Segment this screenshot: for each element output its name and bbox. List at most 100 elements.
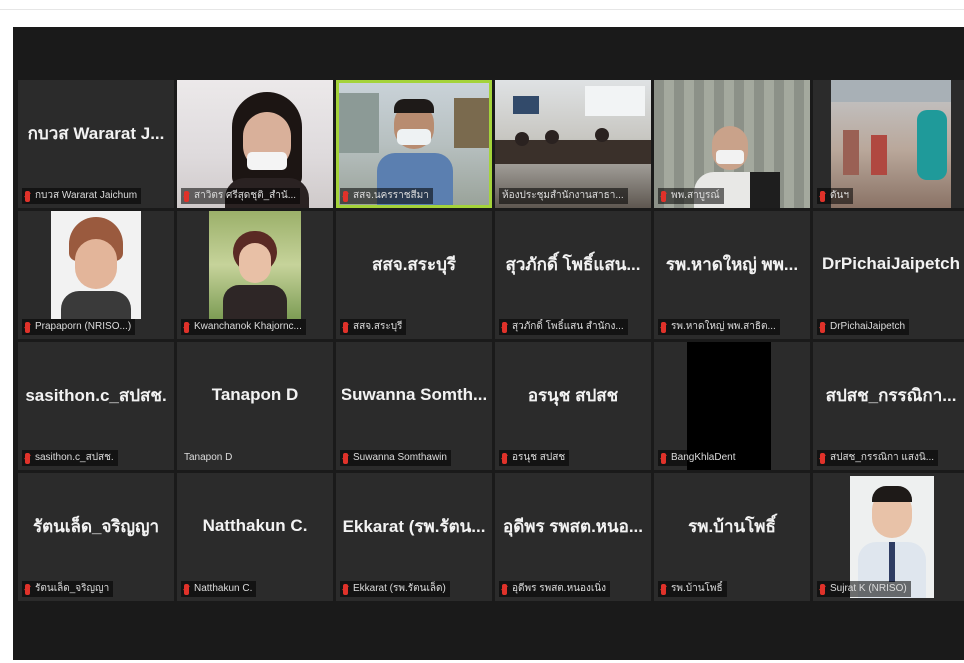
- participant-name-tag: Tanapon D: [181, 450, 236, 466]
- participant-name-tag: Suwanna Somthawin: [340, 450, 451, 466]
- mic-muted-icon: [343, 452, 348, 464]
- participant-name-tag: อรนุช สปสช: [499, 450, 570, 466]
- participant-tile[interactable]: ห้องประชุมสำนักงานสาธา...: [495, 80, 651, 208]
- participant-name-tag: ห้องประชุมสำนักงานสาธา...: [499, 188, 628, 204]
- mic-muted-icon: [25, 321, 30, 333]
- participant-tile[interactable]: Sujrat K (NRISO): [813, 473, 964, 601]
- participant-label: Prapaporn (NRISO...): [35, 321, 132, 332]
- participant-display-name: สสจ.สระบุรี: [372, 254, 456, 274]
- participant-tile[interactable]: สปสช_กรรณิกา... สปสช_กรรณิกา แสงนิ...: [813, 342, 964, 470]
- mic-muted-icon: [25, 452, 30, 464]
- participant-tile[interactable]: รพ.บ้านโพธิ์ รพ.บ้านโพธิ์: [654, 473, 810, 601]
- participant-tile[interactable]: รพ.หาดใหญ่ พพ... รพ.หาดใหญ่ พพ.สาธิต...: [654, 211, 810, 339]
- participant-tile[interactable]: สาวิตร ศรีสุดชุติ_สำนั...: [177, 80, 333, 208]
- participant-tile[interactable]: Natthakun C. Natthakun C.: [177, 473, 333, 601]
- participant-tile[interactable]: พพ.สาบูรณ์: [654, 80, 810, 208]
- participant-label: Suwanna Somthawin: [353, 452, 447, 463]
- participant-tile-active-speaker[interactable]: สสจ.นครราชสีมา: [336, 80, 492, 208]
- participant-name-tag: รพ.บ้านโพธิ์: [658, 581, 727, 597]
- participant-name-tag: รัตนเล็ด_จริญญา: [22, 581, 114, 597]
- participant-tile[interactable]: อรนุช สปสช อรนุช สปสช: [495, 342, 651, 470]
- participant-name-tag: สุวภักดิ์ โพธิ์แสน สำนักง...: [499, 319, 628, 335]
- mic-muted-icon: [820, 452, 825, 464]
- participant-label: รพ.บ้านโพธิ์: [671, 583, 723, 594]
- participant-display-name: Suwanna Somth...: [342, 385, 486, 404]
- mic-muted-icon: [661, 190, 666, 202]
- mic-muted-icon: [184, 190, 189, 202]
- participant-label: สุวภักดิ์ โพธิ์แสน สำนักง...: [512, 321, 624, 332]
- mic-muted-icon: [184, 321, 189, 333]
- mic-muted-icon: [820, 583, 825, 595]
- participant-tile[interactable]: DrPichaiJaipetch DrPichaiJaipetch: [813, 211, 964, 339]
- participant-label: BangKhlaDent: [671, 452, 736, 463]
- participant-label: สปสช_กรรณิกา แสงนิ...: [830, 452, 935, 463]
- participant-name-tag: Prapaporn (NRISO...): [22, 319, 136, 335]
- participant-label: Tanapon D: [184, 452, 233, 463]
- participant-display-name: อรนุช สปสช: [527, 385, 619, 405]
- participant-label: sasithon.c_สปสช.: [35, 452, 114, 463]
- participant-display-name: sasithon.c_สปสช.: [25, 385, 167, 405]
- participant-label: ห้องประชุมสำนักงานสาธา...: [502, 190, 624, 201]
- participant-name-tag: ดันฯ: [817, 188, 853, 204]
- participant-tile[interactable]: สุวภักดิ์ โพธิ์แสน... สุวภักดิ์ โพธิ์แสน…: [495, 211, 651, 339]
- participant-display-name: สปสช_กรรณิกา...: [825, 385, 957, 405]
- participant-display-name: อุดีพร รพสต.หนอ...: [503, 516, 643, 536]
- participant-tile[interactable]: Ekkarat (รพ.รัตน... Ekkarat (รพ.รัตนเล็ด…: [336, 473, 492, 601]
- participant-display-name: Natthakun C.: [202, 516, 308, 535]
- top-divider: [0, 9, 964, 10]
- participant-name-tag: สสจ.นครราชสีมา: [340, 188, 433, 204]
- participant-display-name: รพ.หาดใหญ่ พพ...: [665, 254, 799, 274]
- participant-name-tag: รพ.หาดใหญ่ พพ.สาธิต...: [658, 319, 780, 335]
- mic-muted-icon: [343, 321, 348, 333]
- participant-tile[interactable]: sasithon.c_สปสช. sasithon.c_สปสช.: [18, 342, 174, 470]
- participant-video: [339, 83, 489, 205]
- participant-label: Kwanchanok Khajornc...: [194, 321, 302, 332]
- participant-tile[interactable]: Suwanna Somth... Suwanna Somthawin: [336, 342, 492, 470]
- participant-label: Sujrat K (NRISO): [830, 583, 907, 594]
- participant-video: [209, 211, 301, 319]
- participant-grid: กบวส Wararat J... กบวส Wararat Jaichum ส…: [18, 80, 964, 601]
- participant-tile[interactable]: อุดีพร รพสต.หนอ... อุดีพร รพสต.หนองเนิ่ง: [495, 473, 651, 601]
- participant-display-name: Tanapon D: [211, 385, 299, 404]
- participant-tile[interactable]: BangKhlaDent: [654, 342, 810, 470]
- participant-name-tag: สาวิตร ศรีสุดชุติ_สำนั...: [181, 188, 301, 204]
- participant-label: รัตนเล็ด_จริญญา: [35, 583, 110, 594]
- participant-tile[interactable]: ดันฯ: [813, 80, 964, 208]
- participant-name-tag: sasithon.c_สปสช.: [22, 450, 118, 466]
- participant-label: Natthakun C.: [194, 583, 253, 594]
- participant-label: พพ.สาบูรณ์: [671, 190, 720, 201]
- participant-name-tag: Natthakun C.: [181, 581, 257, 597]
- participant-label: สสจ.สระบุรี: [353, 321, 403, 332]
- participant-display-name: Ekkarat (รพ.รัตน...: [342, 516, 486, 536]
- participant-tile[interactable]: Prapaporn (NRISO...): [18, 211, 174, 339]
- mic-muted-icon: [502, 321, 507, 333]
- participant-tile[interactable]: สสจ.สระบุรี สสจ.สระบุรี: [336, 211, 492, 339]
- participant-tile[interactable]: Tanapon D Tanapon D: [177, 342, 333, 470]
- participant-display-name: กบวส Wararat J...: [27, 123, 165, 143]
- participant-tile[interactable]: Kwanchanok Khajornc...: [177, 211, 333, 339]
- participant-label: Ekkarat (รพ.รัตนเล็ด): [353, 583, 446, 594]
- participant-name-tag: อุดีพร รพสต.หนองเนิ่ง: [499, 581, 611, 597]
- participant-name-tag: Kwanchanok Khajornc...: [181, 319, 306, 335]
- participant-label: กบวส Wararat Jaichum: [35, 190, 138, 201]
- participant-display-name: รัตนเล็ด_จริญญา: [32, 516, 160, 536]
- mic-muted-icon: [661, 321, 666, 333]
- mic-muted-icon: [184, 583, 189, 595]
- participant-name-tag: สปสช_กรรณิกา แสงนิ...: [817, 450, 939, 466]
- participant-label: อรนุช สปสช: [512, 452, 566, 463]
- participant-label: สาวิตร ศรีสุดชุติ_สำนั...: [194, 190, 297, 201]
- participant-label: สสจ.นครราชสีมา: [353, 190, 429, 201]
- participant-tile[interactable]: กบวส Wararat J... กบวส Wararat Jaichum: [18, 80, 174, 208]
- mic-muted-icon: [343, 583, 348, 595]
- mic-muted-icon: [343, 190, 348, 202]
- participant-tile[interactable]: รัตนเล็ด_จริญญา รัตนเล็ด_จริญญา: [18, 473, 174, 601]
- participant-display-name: สุวภักดิ์ โพธิ์แสน...: [505, 254, 641, 274]
- participant-display-name: รพ.บ้านโพธิ์: [688, 516, 776, 536]
- participant-name-tag: BangKhlaDent: [658, 450, 740, 466]
- participant-name-tag: Ekkarat (รพ.รัตนเล็ด): [340, 581, 450, 597]
- participant-label: ดันฯ: [830, 190, 849, 201]
- participant-label: DrPichaiJaipetch: [830, 321, 906, 332]
- participant-label: อุดีพร รพสต.หนองเนิ่ง: [512, 583, 607, 594]
- participant-video: [850, 476, 934, 598]
- mic-muted-icon: [661, 583, 666, 595]
